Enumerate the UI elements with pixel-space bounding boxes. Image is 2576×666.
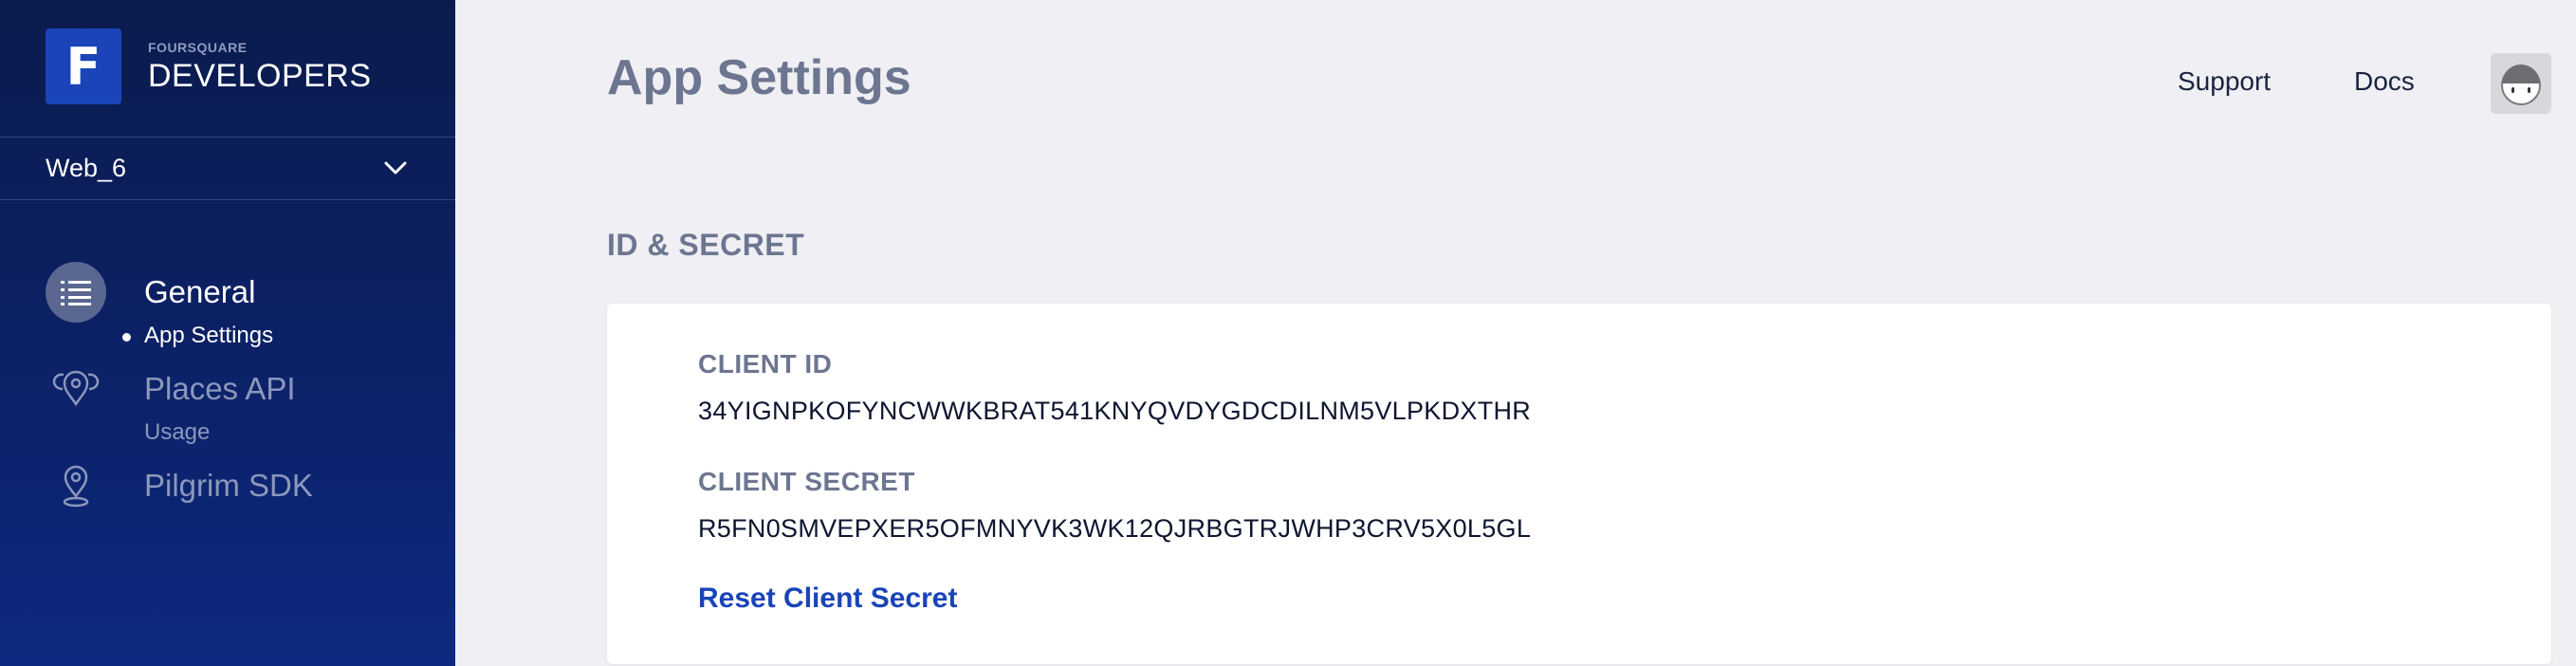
location-pin-icon [46,455,106,516]
sidebar-item-pilgrim-sdk[interactable]: Pilgrim SDK [46,455,313,516]
chevron-down-icon [384,161,407,175]
list-icon [46,262,106,323]
brand-big-text: DEVELOPERS [148,58,372,94]
id-secret-card: CLIENT ID 34YIGNPKOFYNCWWKBRAT541KNYQVDY… [607,304,2551,664]
reset-client-secret-link[interactable]: Reset Client Secret [698,583,957,615]
section-title: ID & SECRET [607,228,805,262]
foursquare-logo: F [46,28,121,104]
sidebar: F FOURSQUARE DEVELOPERS Web_6 General Ap… [0,0,455,666]
sidebar-item-label: Places API [144,371,296,406]
sidebar-subitem-label: Usage [144,419,211,445]
places-pin-icon [46,359,106,419]
support-link[interactable]: Support [2178,66,2271,97]
client-secret-value[interactable]: R5FN0SMVEPXER5OFMNYVK3WK12QJRBGTRJWHP3CR… [698,514,1531,544]
docs-link[interactable]: Docs [2354,66,2415,97]
sidebar-item-general[interactable]: General [46,262,255,323]
app-selector[interactable]: Web_6 [46,139,410,197]
brand-text: FOURSQUARE DEVELOPERS [148,41,372,92]
divider [0,137,455,138]
sidebar-subitem-app-settings[interactable]: App Settings [122,323,274,349]
client-secret-label: CLIENT SECRET [698,467,915,496]
sidebar-item-places-api[interactable]: Places API [46,359,296,419]
client-id-value[interactable]: 34YIGNPKOFYNCWWKBRAT541KNYQVDYGDCDILNM5V… [698,397,1531,426]
sidebar-item-label: Pilgrim SDK [144,468,313,503]
user-avatar-icon[interactable] [2491,53,2551,114]
sidebar-item-label: General [144,274,256,309]
sidebar-subitem-label: App Settings [144,323,274,348]
sidebar-subitem-usage[interactable]: Usage [144,419,210,446]
brand-small-text: FOURSQUARE [148,40,248,55]
divider [0,199,455,200]
client-id-label: CLIENT ID [698,349,833,379]
page-title: App Settings [607,50,911,105]
active-dot [122,333,131,342]
app-selector-value: Web_6 [46,153,127,182]
brand[interactable]: F FOURSQUARE DEVELOPERS [46,28,372,104]
